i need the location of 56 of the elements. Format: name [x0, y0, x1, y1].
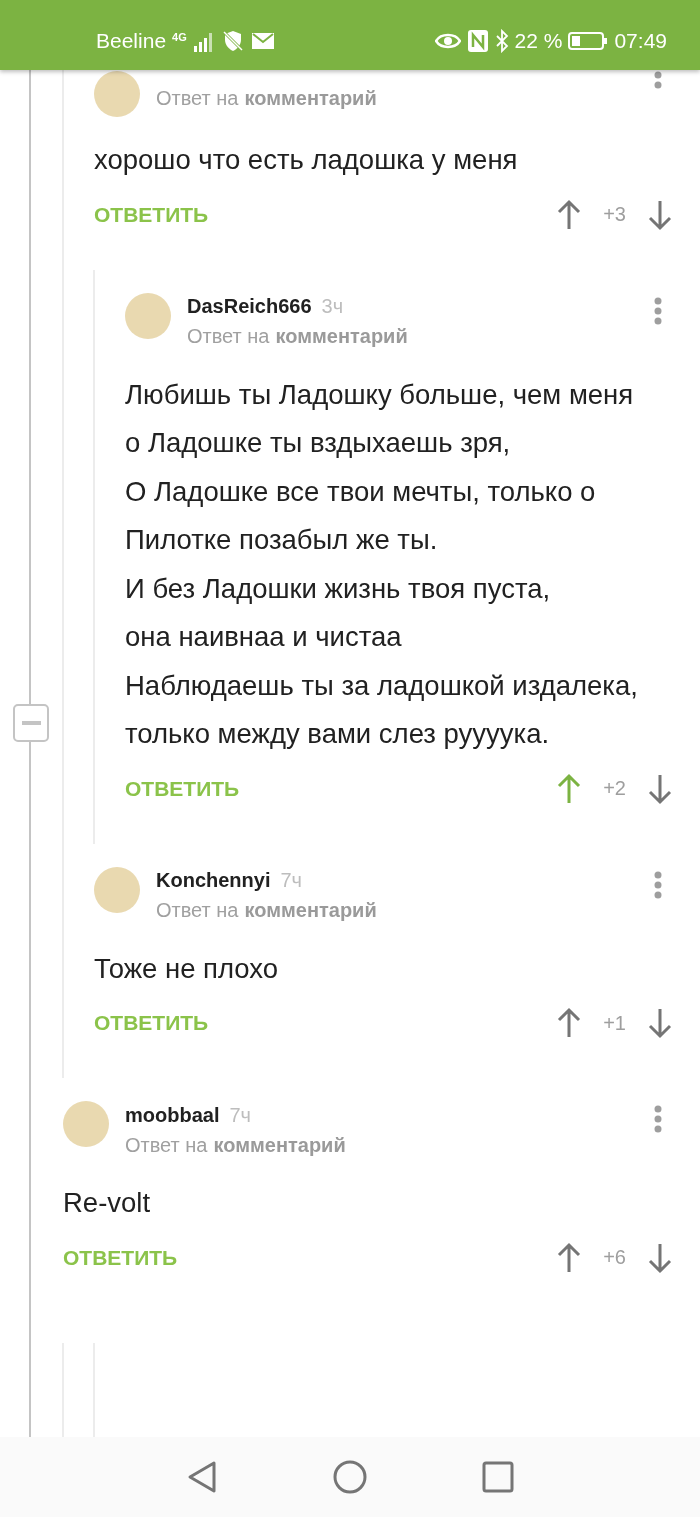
vote-score: +3 — [603, 203, 626, 226]
comment-text: И без Ладошки жизнь твоя пуста, — [125, 571, 552, 606]
comment-time: 7ч — [229, 1103, 251, 1127]
reply-to-label: Ответ на — [125, 1133, 208, 1157]
network-type: 4G — [172, 31, 187, 43]
username[interactable]: DasReich666 — [187, 295, 312, 318]
carrier-name: Beeline — [96, 29, 167, 53]
mail-icon — [250, 31, 275, 51]
downvote-icon[interactable] — [648, 1241, 672, 1274]
comment-text: хорошо что есть ладошка у меня — [94, 143, 519, 177]
vote-score: +6 — [603, 1246, 626, 1269]
reply-link[interactable]: ОТВЕТИТЬ — [94, 202, 209, 227]
more-options-icon[interactable] — [654, 296, 662, 325]
upvote-icon[interactable] — [557, 772, 582, 805]
more-options-icon[interactable] — [654, 71, 662, 89]
upvote-icon[interactable] — [557, 1007, 582, 1039]
reply-link[interactable]: ОТВЕТИТЬ — [125, 776, 240, 801]
battery-icon — [568, 31, 609, 51]
downvote-icon[interactable] — [648, 772, 672, 805]
bluetooth-icon — [494, 29, 509, 53]
comment-text: Любишь ты Ладошку больше, чем меня — [125, 377, 635, 412]
username[interactable]: moobbaal — [125, 1103, 220, 1127]
comment-text: Тоже не плохо — [94, 951, 280, 986]
username[interactable]: Konchennyi — [156, 869, 271, 892]
reply-to-label: Ответ на — [156, 86, 239, 110]
vote-score: +1 — [603, 1011, 626, 1035]
reply-to-label: Ответ на — [187, 325, 270, 348]
downvote-icon[interactable] — [648, 1007, 672, 1039]
more-options-icon[interactable] — [654, 1105, 662, 1133]
clock-time: 07:49 — [614, 29, 667, 53]
more-options-icon[interactable] — [654, 870, 662, 899]
back-icon[interactable] — [186, 1460, 218, 1494]
comment-text: О Ладошке все твои мечты, только о Пилотке позабыл же ты. — [125, 474, 597, 557]
reply-to-link[interactable]: комментарий — [275, 325, 408, 348]
reply-to-label: Ответ на — [156, 899, 239, 922]
reply-to-link[interactable]: комментарий — [213, 1133, 346, 1157]
upvote-icon[interactable] — [557, 1241, 582, 1274]
vote-score: +2 — [603, 777, 626, 800]
reply-link[interactable]: ОТВЕТИТЬ — [63, 1245, 178, 1270]
shield-slash-icon — [220, 29, 245, 53]
home-icon[interactable] — [333, 1460, 367, 1494]
comment-text: о Ладошке ты вздыхаешь зря, — [125, 426, 512, 460]
upvote-icon[interactable] — [557, 198, 582, 231]
comment-time: 3ч — [321, 295, 344, 318]
comment-text: Наблюдаешь ты за ладошкой издалека, только между вами слез руууука. — [125, 668, 639, 751]
comment-time: 7ч — [280, 869, 302, 892]
nfc-icon — [466, 29, 489, 53]
downvote-icon[interactable] — [648, 198, 672, 231]
comment-text: Re-volt — [63, 1186, 152, 1220]
reply-to-link[interactable]: комментарий — [244, 899, 377, 922]
battery-percent: 22 % — [514, 29, 563, 53]
reply-to-link[interactable]: комментарий — [244, 86, 377, 110]
reply-link[interactable]: ОТВЕТИТЬ — [94, 1011, 209, 1035]
recents-icon[interactable] — [482, 1461, 514, 1493]
comment-text: она наивнаа и чистаа — [125, 620, 403, 654]
eye-icon — [434, 31, 461, 51]
